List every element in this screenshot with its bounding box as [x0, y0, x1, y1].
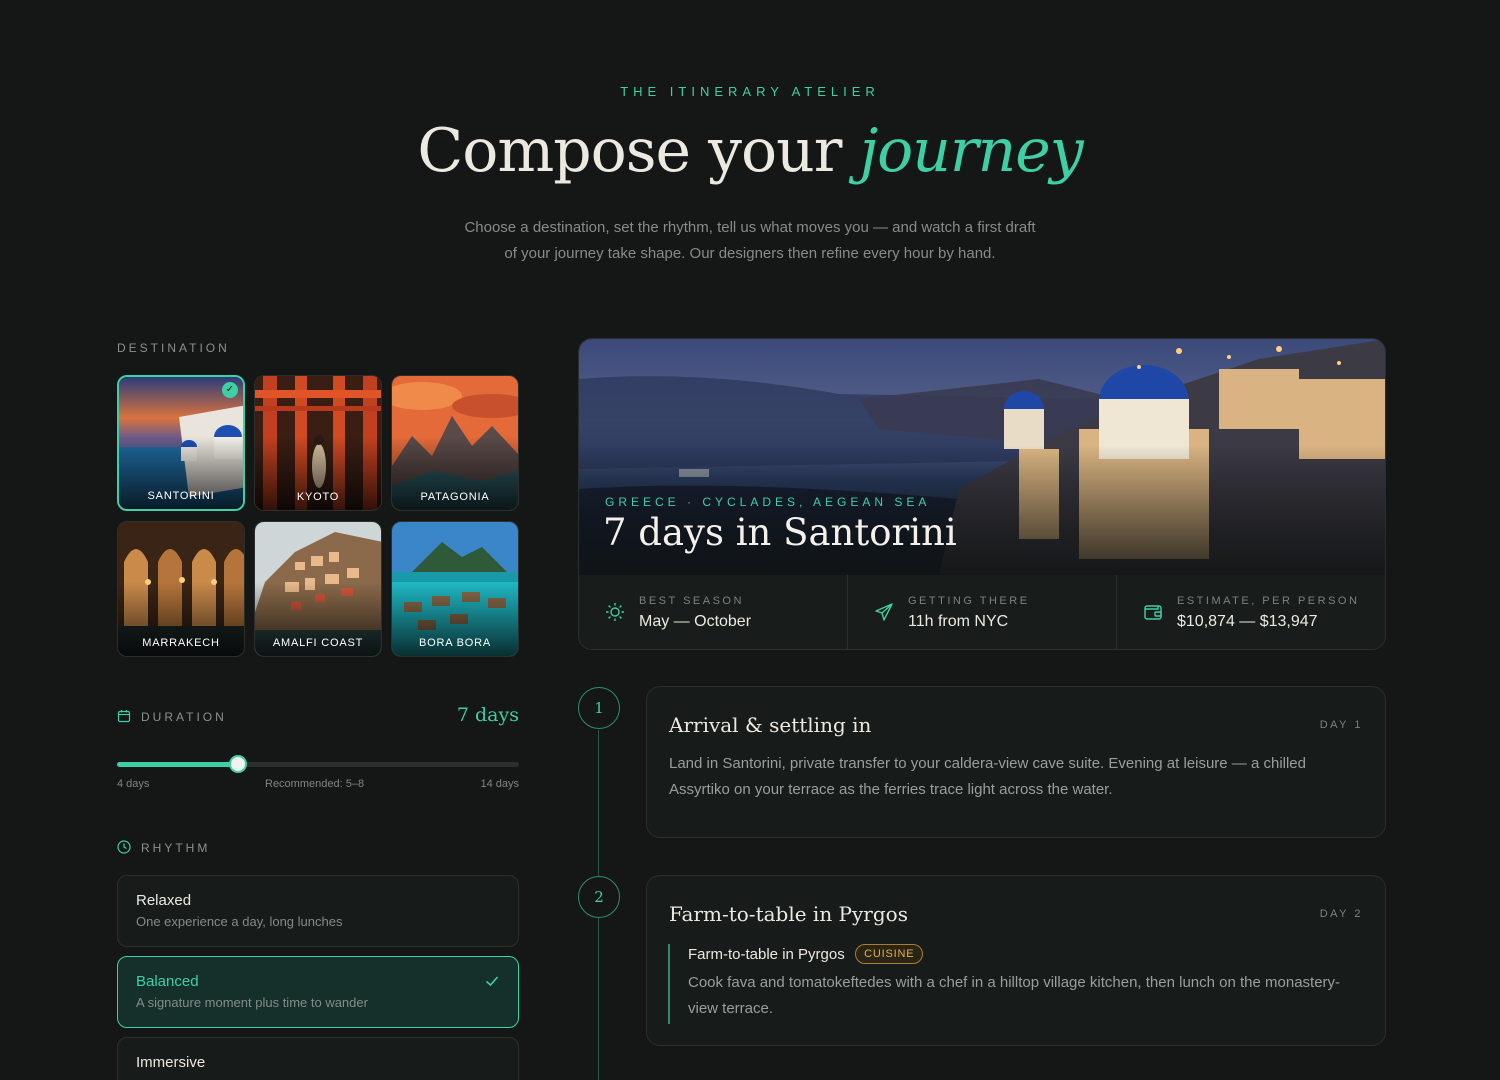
- duration-header: DURATION 7 days: [117, 704, 519, 734]
- activity-title: Farm-to-table in Pyrgos: [688, 945, 845, 963]
- stat-label: BEST SEASON: [639, 595, 744, 607]
- page-title-accent: journey: [859, 116, 1084, 186]
- check-icon: ✓: [222, 382, 238, 398]
- day-node-2[interactable]: 2: [578, 876, 620, 918]
- destination-tile-santorini[interactable]: SANTORINI ✓: [117, 375, 245, 511]
- tile-label-marrakech: MARRAKECH: [142, 637, 220, 649]
- stat-label: ESTIMATE, PER PERSON: [1177, 595, 1360, 607]
- destination-tile-amalfi-coast[interactable]: AMALFI COAST: [254, 521, 382, 657]
- destination-label: DESTINATION: [117, 341, 230, 355]
- day-node-1[interactable]: 1: [578, 687, 620, 729]
- page-subtitle-line-2: of your journey take shape. Our designer…: [504, 245, 996, 262]
- page-subtitle-line-1: Choose a destination, set the rhythm, te…: [464, 219, 1036, 236]
- rhythm-option-balanced[interactable]: Balanced A signature moment plus time to…: [117, 956, 519, 1028]
- duration-value: 7 days: [456, 704, 519, 726]
- stat-getting-there: GETTING THERE 11h from NYC: [848, 575, 1117, 649]
- page-title-main: Compose your: [417, 116, 842, 186]
- page-title: Compose your journey: [0, 116, 1500, 186]
- rhythm-option-immersive[interactable]: Immersive: [117, 1037, 519, 1080]
- tile-label-bora-bora: BORA BORA: [419, 637, 491, 649]
- day-description: Land in Santorini, private transfer to y…: [669, 755, 1306, 798]
- feature-title: 7 days in Santorini: [603, 511, 957, 554]
- destination-tile-marrakech[interactable]: MARRAKECH: [117, 521, 245, 657]
- plane-icon: [875, 603, 893, 621]
- destination-tile-kyoto[interactable]: KYOTO: [254, 375, 382, 511]
- stat-best-season: BEST SEASON May — October: [579, 575, 848, 649]
- slider-fill: [117, 762, 238, 767]
- day-title: Arrival & settling in: [669, 713, 872, 737]
- destination-grid: SANTORINI ✓ KYOTO PATAGONIA MARRAKECH AM…: [117, 375, 519, 657]
- calendar-icon: [117, 710, 131, 723]
- clock-icon: [117, 840, 131, 854]
- eyebrow-label: THE ITINERARY ATELIER: [620, 84, 880, 99]
- feature-eyebrow: GREECE · CYCLADES, AEGEAN SEA: [605, 495, 931, 509]
- checkmark-icon: [485, 976, 499, 987]
- rhythm-label: RHYTHM: [141, 841, 211, 855]
- rhythm-option-relaxed[interactable]: Relaxed One experience a day, long lunch…: [117, 875, 519, 947]
- destination-tile-patagonia[interactable]: PATAGONIA: [391, 375, 519, 511]
- destination-tile-bora-bora[interactable]: BORA BORA: [391, 521, 519, 657]
- rhythm-option-title: Immersive: [136, 1054, 206, 1071]
- rhythm-option-title: Relaxed: [136, 892, 192, 909]
- activity-description: Cook fava and tomatokeftedes with a chef…: [688, 974, 1341, 1017]
- tile-label-patagonia: PATAGONIA: [420, 491, 490, 503]
- duration-slider[interactable]: [117, 755, 519, 773]
- activity-badge: CUISINE: [855, 944, 924, 964]
- destination-feature-card: GREECE · CYCLADES, AEGEAN SEA 7 days in …: [578, 338, 1386, 650]
- day-title: Farm-to-table in Pyrgos: [669, 902, 908, 926]
- rhythm-option-title: Balanced: [136, 973, 199, 990]
- duration-recommended-label: Recommended: 5–8: [265, 778, 365, 790]
- activity-block: Farm-to-table in Pyrgos CUISINE Cook fav…: [668, 944, 1358, 1024]
- rhythm-option-desc: One experience a day, long lunches: [136, 914, 343, 929]
- stat-label: GETTING THERE: [908, 595, 1030, 607]
- tile-label-kyoto: KYOTO: [296, 491, 340, 503]
- stat-value: $10,874 — $13,947: [1177, 613, 1318, 630]
- day-card-2[interactable]: Farm-to-table in Pyrgos DAY 2 Farm-to-ta…: [646, 875, 1386, 1046]
- day-tag: DAY 2: [1319, 908, 1363, 920]
- stat-estimate: ESTIMATE, PER PERSON $10,874 — $13,947: [1117, 575, 1385, 649]
- rhythm-option-desc: A signature moment plus time to wander: [136, 995, 368, 1010]
- duration-label: DURATION: [141, 710, 227, 724]
- rhythm-header: RHYTHM: [117, 838, 317, 858]
- sun-icon: [606, 603, 624, 621]
- duration-max-label: 14 days: [480, 778, 519, 790]
- wallet-icon: [1144, 605, 1162, 620]
- stat-value: May — October: [639, 613, 752, 630]
- day-tag: DAY 1: [1319, 719, 1363, 731]
- slider-thumb[interactable]: [228, 755, 247, 773]
- day-card-1[interactable]: Arrival & settling in DAY 1 Land in Sant…: [646, 686, 1386, 838]
- tile-label-santorini: SANTORINI: [147, 490, 215, 502]
- stat-value: 11h from NYC: [908, 613, 1009, 630]
- duration-min-label: 4 days: [117, 778, 150, 790]
- feature-stats: BEST SEASON May — October GETTING THERE …: [579, 575, 1385, 649]
- tile-label-amalfi-coast: AMALFI COAST: [272, 637, 364, 649]
- page-subtitle: Choose a destination, set the rhythm, te…: [400, 215, 1100, 267]
